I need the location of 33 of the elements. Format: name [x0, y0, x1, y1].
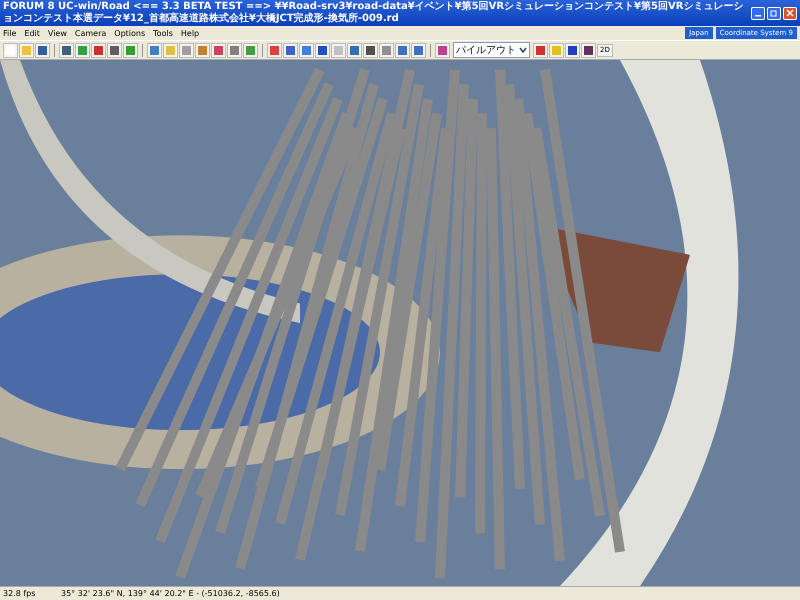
close-icon	[786, 9, 794, 17]
toolbar-icon[interactable]	[315, 42, 330, 58]
toolbar-icon[interactable]	[435, 42, 450, 58]
toolbar-icon[interactable]	[211, 42, 226, 58]
toolbar-icon[interactable]	[267, 42, 282, 58]
toolbar-icon[interactable]	[283, 42, 298, 58]
menu-item[interactable]: View	[48, 28, 67, 38]
maximize-button[interactable]	[767, 6, 781, 20]
restore-icon	[770, 9, 778, 17]
fps-readout: 32.8 fps	[3, 589, 36, 598]
toolbar-icon[interactable]	[35, 42, 50, 58]
toolbar-icon[interactable]	[59, 42, 74, 58]
menu-item[interactable]: Options	[114, 28, 146, 38]
menu-item[interactable]: Camera	[74, 28, 106, 38]
menu-item[interactable]: File	[3, 28, 16, 38]
coordinates-readout: 35° 32' 23.6" N, 139° 44' 20.2" E - (-51036.2, -8565.6)	[61, 589, 280, 598]
minimize-button[interactable]	[751, 6, 765, 20]
menu-item[interactable]: Help	[180, 28, 200, 38]
menu-item[interactable]: Edit	[24, 28, 40, 38]
window-title: FORUM 8 UC-win/Road <== 3.3 BETA TEST ==> ¥¥Road-srv3¥road-data¥イベント¥第5回VRシミュレーションコンテスト¥第5回VRシミュレーションコンテスト本選データ¥12_首都高速道路株式会社¥大橋JCT完成形-換気所-009.rd	[3, 1, 744, 25]
toolbar-icon[interactable]	[565, 42, 580, 58]
toolbar-icon[interactable]	[347, 42, 362, 58]
toolbar-icon[interactable]	[107, 42, 122, 58]
menu-item[interactable]: Tools	[153, 28, 173, 38]
toolbar-icon[interactable]	[581, 42, 596, 58]
toolbar-icon[interactable]	[91, 42, 106, 58]
close-button[interactable]	[783, 6, 797, 20]
caret-icon	[519, 47, 527, 53]
toolbar-icon[interactable]	[411, 42, 426, 58]
dropdown[interactable]: パイルアウト	[453, 42, 530, 58]
toolbar-icon[interactable]	[395, 42, 410, 58]
toolbar-icon[interactable]	[533, 42, 548, 58]
toolbar-icon[interactable]	[363, 42, 378, 58]
